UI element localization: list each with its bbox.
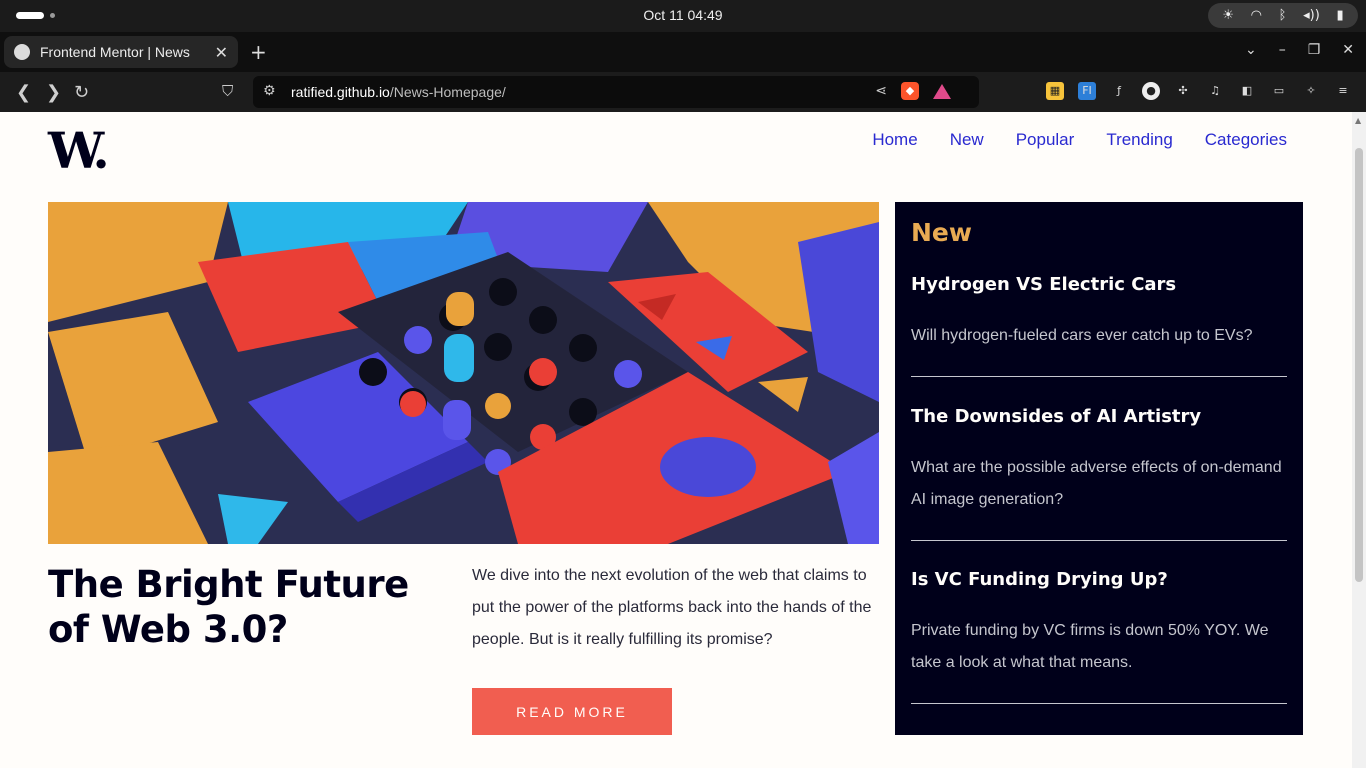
read-more-button[interactable]: READ MORE — [472, 688, 672, 735]
nav-link-categories[interactable]: Categories — [1205, 130, 1287, 150]
system-tray[interactable]: ☀ ◠ ᛒ ◂)) ▮ — [1208, 3, 1358, 28]
nav-link-new[interactable]: New — [950, 130, 984, 150]
extensions-puzzle-icon[interactable]: ✣ — [1174, 82, 1192, 100]
back-button[interactable]: ❮ — [16, 82, 31, 103]
bookmark-icon[interactable]: ⛉ — [222, 82, 233, 100]
url-text[interactable]: ratified.github.io/News-Homepage/ — [291, 84, 506, 100]
forward-button[interactable]: ❯ — [46, 82, 61, 103]
minimize-button[interactable]: – — [1279, 42, 1286, 58]
media-music-icon[interactable]: ♫ — [1206, 82, 1224, 100]
hero-illustration — [48, 202, 879, 544]
web-page: W. Home New Popular Trending Categories — [0, 112, 1352, 768]
new-tab-button[interactable]: + — [250, 40, 267, 64]
window-controls: ⌄ – ❐ ✕ — [1245, 42, 1354, 58]
news-item-title[interactable]: Is VC Funding Drying Up? — [911, 569, 1287, 590]
tab-close-icon[interactable]: ✕ — [215, 43, 228, 62]
browser-tab[interactable]: Frontend Mentor | News ✕ — [4, 36, 238, 68]
scroll-thumb[interactable] — [1355, 148, 1363, 582]
nav-link-home[interactable]: Home — [872, 130, 917, 150]
news-item-desc: Private funding by VC firms is down 50% … — [911, 622, 1269, 671]
page-scrollbar[interactable]: ▲ — [1352, 112, 1366, 768]
url-host: ratified.github.io — [291, 84, 390, 100]
brave-shields-icon[interactable]: ◆ — [901, 82, 919, 100]
address-bar[interactable]: ⚙ ratified.github.io/News-Homepage/ ⋖ ◆ — [253, 76, 979, 108]
site-info-icon[interactable]: ⚙ — [263, 83, 276, 99]
browser-toolbar: ❮ ❯ ↻ ⛉ ⚙ ratified.github.io/News-Homepa… — [0, 72, 1366, 112]
menu-icon[interactable]: ≡ — [1334, 82, 1352, 100]
news-item[interactable]: The Downsides of AI Artistry What are th… — [911, 406, 1287, 516]
tab-list-chevron-icon[interactable]: ⌄ — [1245, 42, 1257, 58]
wallet-icon[interactable]: ▭ — [1270, 82, 1288, 100]
news-item[interactable]: Hydrogen VS Electric Cars Will hydrogen-… — [911, 274, 1287, 352]
tab-favicon-icon — [14, 44, 30, 60]
close-window-button[interactable]: ✕ — [1342, 42, 1354, 58]
leo-ai-icon[interactable]: ✧ — [1302, 82, 1320, 100]
tab-strip: Frontend Mentor | News ✕ + ⌄ – ❐ ✕ — [0, 32, 1366, 72]
wifi-icon: ◠ — [1250, 8, 1262, 23]
reload-button[interactable]: ↻ — [74, 82, 89, 103]
nav-link-popular[interactable]: Popular — [1016, 130, 1075, 150]
sidebar-toggle-icon[interactable]: ◧ — [1238, 82, 1256, 100]
os-top-bar: Oct 11 04:49 ☀ ◠ ᛒ ◂)) ▮ — [0, 0, 1366, 32]
maximize-button[interactable]: ❐ — [1308, 42, 1321, 58]
extensions-row: ▦ FI ƒ ● ✣ ♫ ◧ ▭ ✧ ≡ — [1046, 82, 1352, 100]
news-item-title[interactable]: The Downsides of AI Artistry — [911, 406, 1287, 427]
volume-icon: ◂)) — [1303, 8, 1320, 23]
extension-formula-icon[interactable]: ƒ — [1110, 82, 1128, 100]
sidebar-title: New — [911, 218, 972, 247]
news-divider — [911, 376, 1287, 377]
news-item-desc: Will hydrogen-fueled cars ever catch up … — [911, 327, 1253, 344]
brightness-icon: ☀ — [1222, 8, 1234, 23]
news-divider — [911, 540, 1287, 541]
extension-circle-icon[interactable]: ● — [1142, 82, 1160, 100]
site-logo[interactable]: W. — [48, 126, 110, 176]
hero-image — [48, 202, 879, 544]
bluetooth-icon: ᛒ — [1278, 8, 1287, 23]
extension-color-icon[interactable]: ▦ — [1046, 82, 1064, 100]
site-nav: Home New Popular Trending Categories — [872, 130, 1287, 150]
tab-title: Frontend Mentor | News — [40, 44, 190, 60]
news-divider — [911, 703, 1287, 704]
battery-icon: ▮ — [1336, 8, 1344, 23]
article-headline: The Bright Future of Web 3.0? — [48, 563, 409, 651]
share-icon[interactable]: ⋖ — [875, 83, 887, 99]
nav-link-trending[interactable]: Trending — [1106, 130, 1172, 150]
os-clock[interactable]: Oct 11 04:49 — [0, 7, 1366, 23]
brave-rewards-icon[interactable] — [933, 83, 951, 99]
news-item-desc: What are the possible adverse effects of… — [911, 459, 1282, 508]
article-lede: We dive into the next evolution of the w… — [472, 567, 872, 648]
news-item-title[interactable]: Hydrogen VS Electric Cars — [911, 274, 1287, 295]
scroll-up-icon[interactable]: ▲ — [1355, 116, 1361, 125]
extension-fi-icon[interactable]: FI — [1078, 82, 1096, 100]
url-path: /News-Homepage/ — [389, 84, 506, 100]
news-item[interactable]: Is VC Funding Drying Up? Private funding… — [911, 569, 1287, 679]
new-articles-sidebar: New Hydrogen VS Electric Cars Will hydro… — [895, 202, 1303, 735]
